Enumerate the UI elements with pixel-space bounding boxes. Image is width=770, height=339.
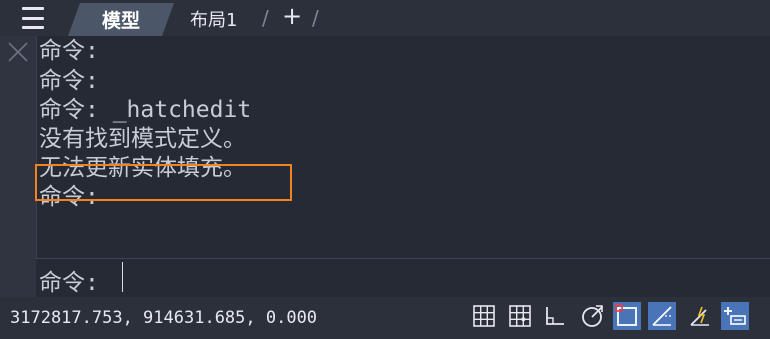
grid-display-icon [473,305,495,327]
command-input-row[interactable]: 命令: [36,258,770,298]
text-cursor [122,262,123,292]
command-prompt: 命令: [39,270,99,296]
object-snap-icon [615,304,637,326]
coordinate-readout: 3172817.753, 914631.685, 0.000 [10,308,318,328]
status-bar: 3172817.753, 914631.685, 0.000 [0,297,770,339]
dynamic-input-button[interactable] [721,302,749,330]
command-window-sidebar [0,36,37,297]
history-line: 命令: [39,38,99,64]
tab-layout1[interactable]: 布局1 [190,5,237,33]
hamburger-menu-icon[interactable] [14,7,54,29]
object-snap-tracking-icon [652,306,672,326]
history-line: 命令: [39,68,99,94]
layout-tab-bar: 模型 布局1 / + / [0,0,770,36]
object-snap-tracking-button[interactable] [648,302,676,330]
dynamic-ucs-icon [690,306,709,326]
ortho-mode-icon [546,307,564,325]
history-line: 命令: _hatchedit [39,97,252,123]
tab-layout1-label: 布局1 [190,10,238,31]
grid-display-button[interactable] [470,302,498,330]
snap-mode-button[interactable] [506,302,534,330]
tab-model[interactable]: 模型 [68,3,174,36]
snap-mode-icon [509,305,531,327]
error-highlight-box [35,164,292,201]
object-snap-button[interactable] [613,302,641,330]
tab-model-label: 模型 [101,10,140,32]
dynamic-input-icon [724,307,746,325]
dynamic-ucs-button[interactable] [686,302,714,330]
close-icon[interactable] [7,41,29,63]
polar-tracking-icon [582,305,603,327]
history-line: 没有找到模式定义。 [39,126,246,152]
command-history: 命令: 命令: 命令: _hatchedit 没有找到模式定义。 无法更新实体填… [35,36,770,258]
add-layout-button[interactable]: + [282,2,302,30]
polar-tracking-button[interactable] [578,302,606,330]
tab-separator: / [312,6,319,30]
command-window: 命令: 命令: 命令: _hatchedit 没有找到模式定义。 无法更新实体填… [0,36,770,298]
tab-separator: / [262,6,269,30]
ortho-mode-button[interactable] [541,302,569,330]
